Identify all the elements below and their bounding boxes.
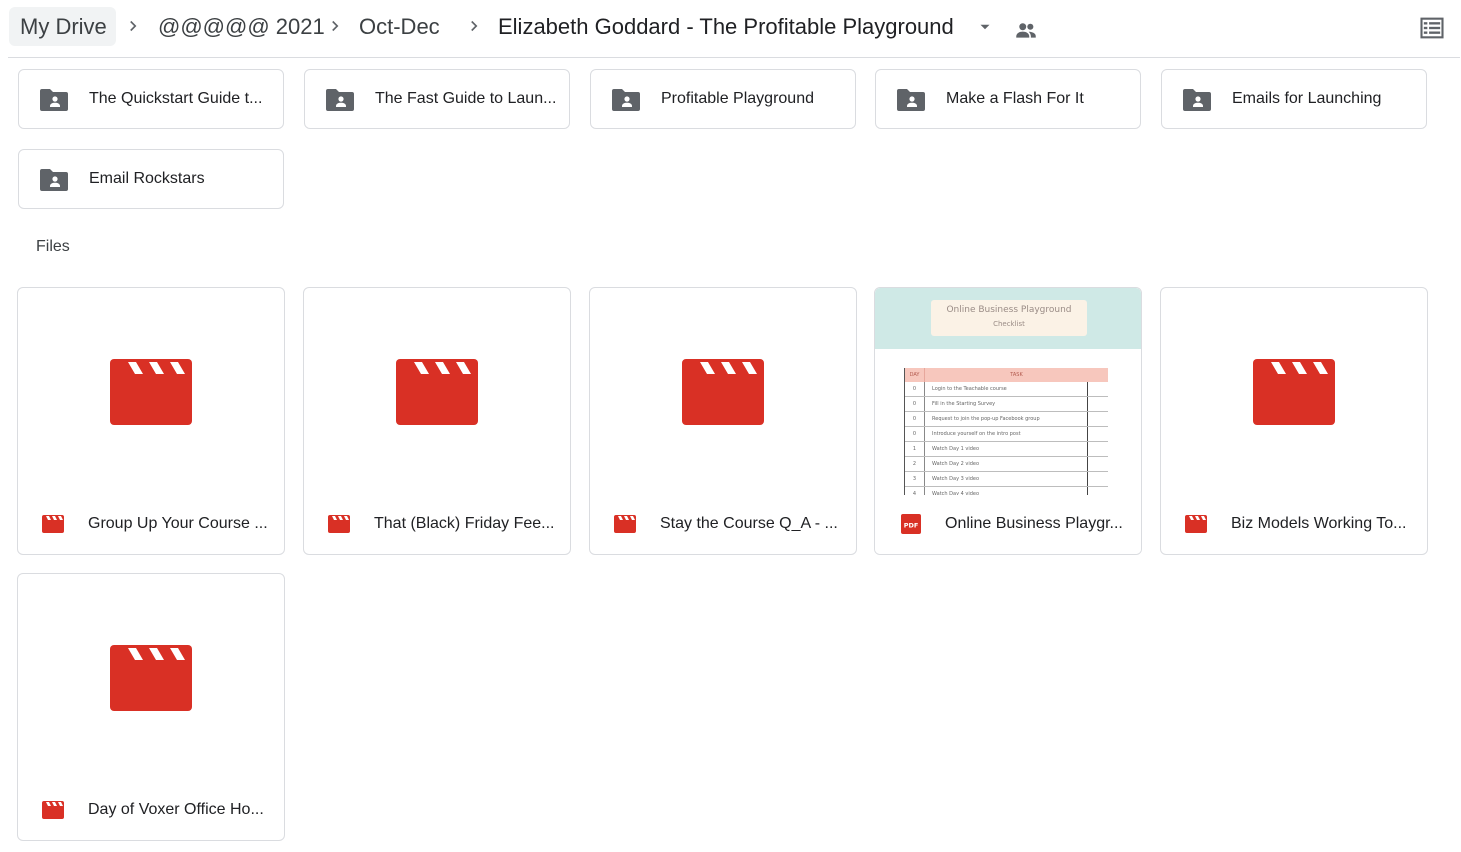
arrow-drop-down-icon[interactable] — [976, 18, 994, 36]
people-icon[interactable] — [1013, 17, 1039, 43]
breadcrumb-quarter[interactable]: Oct-Dec — [359, 7, 440, 46]
file-preview — [1161, 288, 1427, 495]
folder-card[interactable]: Email Rockstars — [18, 149, 284, 209]
video-file-icon — [42, 801, 64, 819]
folder-name: Profitable Playground — [661, 90, 814, 107]
thumbnail-title: Online Business Playground — [946, 305, 1072, 315]
file-card[interactable]: Group Up Your Course ... — [17, 287, 285, 555]
file-card[interactable]: Day of Voxer Office Ho... — [17, 573, 285, 841]
folder-name: Make a Flash For It — [946, 90, 1084, 107]
video-icon — [1253, 359, 1335, 425]
chevron-right-icon — [130, 20, 137, 32]
header-divider — [8, 57, 1460, 58]
video-icon — [110, 359, 192, 425]
list-view-icon[interactable] — [1418, 14, 1446, 42]
shared-folder-icon — [326, 89, 354, 111]
folder-name: Emails for Launching — [1232, 90, 1382, 107]
folder-card[interactable]: Emails for Launching — [1161, 69, 1427, 129]
thumbnail-row: 0 Introduce yourself on the intro post — [905, 427, 1108, 442]
files-section-label: Files — [36, 238, 70, 255]
folder-name: The Quickstart Guide t... — [89, 90, 263, 107]
file-preview — [18, 574, 284, 781]
shared-folder-icon — [897, 89, 925, 111]
thumbnail-table-header: DAY TASK — [905, 368, 1108, 382]
folder-name: Email Rockstars — [89, 170, 205, 187]
file-preview — [590, 288, 856, 495]
svg-text:PDF: PDF — [904, 522, 919, 530]
file-preview — [304, 288, 570, 495]
video-file-icon — [42, 515, 64, 533]
file-name: Online Business Playgr... — [945, 515, 1123, 532]
file-card[interactable]: That (Black) Friday Fee... — [303, 287, 571, 555]
pdf-thumbnail: Online Business Playground Checklist DAY… — [875, 288, 1141, 502]
file-card[interactable]: Stay the Course Q_A - ... — [589, 287, 857, 555]
thumbnail-header: Online Business Playground Checklist — [875, 288, 1141, 349]
folder-card[interactable]: Profitable Playground — [590, 69, 856, 129]
thumbnail-table: DAY TASK 0 Login to the Teachable course … — [904, 368, 1108, 502]
shared-folder-icon — [1183, 89, 1211, 111]
breadcrumb-current-folder[interactable]: Elizabeth Goddard - The Profitable Playg… — [498, 7, 954, 46]
top-bar: My Drive @@@@@ 2021 Oct-Dec Elizabeth Go… — [0, 0, 1461, 57]
file-card[interactable]: Online Business Playground Checklist DAY… — [874, 287, 1142, 555]
thumbnail-col-task: TASK — [1010, 372, 1023, 378]
video-icon — [110, 645, 192, 711]
file-preview — [18, 288, 284, 495]
folder-card[interactable]: The Fast Guide to Laun... — [304, 69, 570, 129]
thumbnail-row: 0 Request to join the pop-up Facebook gro… — [905, 412, 1108, 427]
folder-name: The Fast Guide to Laun... — [375, 90, 557, 107]
video-file-icon — [328, 515, 350, 533]
file-name: Group Up Your Course ... — [88, 515, 268, 532]
file-card[interactable]: Biz Models Working To... — [1160, 287, 1428, 555]
breadcrumb-year[interactable]: @@@@@ 2021 — [158, 7, 325, 46]
thumbnail-row: 0 Login to the Teachable course — [905, 382, 1108, 397]
folder-card[interactable]: The Quickstart Guide t... — [18, 69, 284, 129]
file-name: Biz Models Working To... — [1231, 515, 1407, 532]
thumbnail-col-day: DAY — [905, 368, 925, 382]
shared-folder-icon — [612, 89, 640, 111]
thumbnail-row: 1 Watch Day 1 video — [905, 442, 1108, 457]
chevron-right-icon — [471, 20, 478, 32]
thumbnail-row: 3 Watch Day 3 video — [905, 472, 1108, 487]
file-name: Day of Voxer Office Ho... — [88, 801, 264, 818]
thumbnail-row: 0 Fill in the Starting Survey — [905, 397, 1108, 412]
folder-card[interactable]: Make a Flash For It — [875, 69, 1141, 129]
file-name: That (Black) Friday Fee... — [374, 515, 555, 532]
video-icon — [682, 359, 764, 425]
video-icon — [396, 359, 478, 425]
video-file-icon — [1185, 515, 1207, 533]
chevron-right-icon — [332, 20, 339, 32]
thumbnail-subtitle: Checklist — [993, 320, 1025, 328]
thumbnail-banner: Online Business Playground Checklist — [931, 300, 1087, 336]
shared-folder-icon — [40, 89, 68, 111]
shared-folder-icon — [40, 169, 68, 191]
pdf-file-icon: PDF — [901, 514, 921, 534]
video-file-icon — [614, 515, 636, 533]
breadcrumb-my-drive[interactable]: My Drive — [9, 7, 116, 46]
file-name: Stay the Course Q_A - ... — [660, 515, 838, 532]
thumbnail-row: 2 Watch Day 2 video — [905, 457, 1108, 472]
